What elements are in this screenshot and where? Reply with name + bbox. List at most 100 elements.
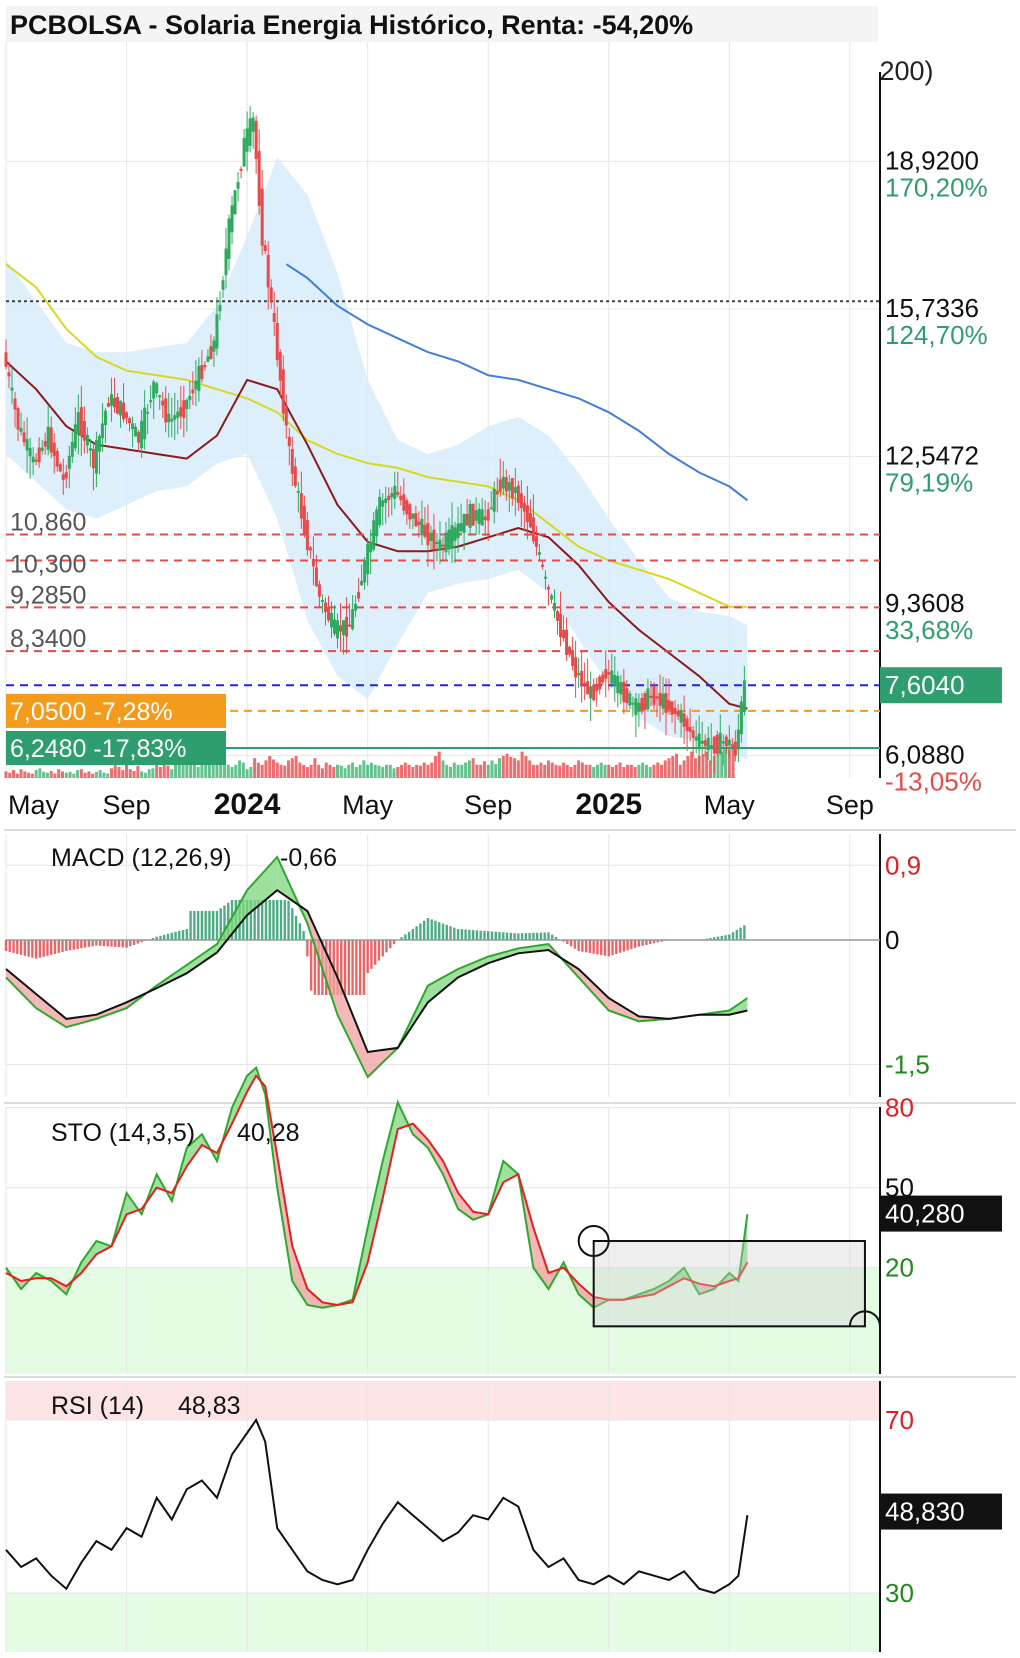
candle-body xyxy=(531,517,535,542)
candle-body xyxy=(390,493,394,498)
candle-body xyxy=(414,513,418,527)
macd-histogram-bar xyxy=(633,940,637,948)
volume-bar xyxy=(693,758,697,778)
volume-bar xyxy=(347,764,351,778)
candle-body xyxy=(571,652,575,667)
candle-body xyxy=(742,680,746,713)
volume-bar xyxy=(324,762,328,778)
volume-bar xyxy=(569,767,573,778)
macd-histogram-bar xyxy=(355,940,358,995)
volume-bar xyxy=(196,767,200,778)
price-axis-value: 9,3608 xyxy=(885,588,965,618)
level-label: 10,300 xyxy=(10,550,86,578)
macd-histogram-bar xyxy=(283,900,286,940)
volume-bar xyxy=(68,771,72,778)
volume-bar xyxy=(302,764,306,778)
volume-bar xyxy=(437,751,441,778)
candle-body xyxy=(336,620,340,639)
candle-body xyxy=(459,523,463,532)
candle-body xyxy=(649,695,653,698)
macd-histogram-bar xyxy=(615,940,618,955)
volume-bar xyxy=(166,765,170,778)
candle-body xyxy=(317,584,321,597)
candle-body xyxy=(637,702,641,712)
macd-histogram-bar xyxy=(494,931,497,940)
price-axis-value: 18,9200 xyxy=(885,145,979,175)
candle-body xyxy=(559,613,563,637)
candle-body xyxy=(16,408,20,430)
time-axis-label: Sep xyxy=(464,790,512,820)
candle-body xyxy=(112,397,116,408)
volume-bar xyxy=(418,765,422,778)
candle-body xyxy=(601,674,605,683)
volume-bar xyxy=(373,764,377,778)
candle-body xyxy=(664,693,668,713)
candle-body xyxy=(360,580,364,586)
macd-histogram-bar xyxy=(377,940,381,961)
volume-bar xyxy=(644,764,648,778)
candle-body xyxy=(492,488,496,512)
macd-histogram-bar xyxy=(739,927,742,940)
candle-body xyxy=(583,682,587,685)
candle-body xyxy=(589,686,593,699)
candle-body xyxy=(444,532,448,553)
panel-axis-label: 0,9 xyxy=(885,850,921,880)
volume-bar xyxy=(686,756,690,778)
candle-body xyxy=(25,439,29,451)
time-axis-label: 2025 xyxy=(575,788,642,821)
candle-body xyxy=(516,485,520,503)
volume-bar xyxy=(516,760,520,778)
volume-bar xyxy=(584,764,588,778)
macd-histogram-bar xyxy=(268,900,271,940)
macd-histogram-bar xyxy=(483,930,486,940)
candle-body xyxy=(522,502,526,512)
volume-bar xyxy=(287,760,291,778)
volume-bar xyxy=(626,764,630,778)
candle-body xyxy=(607,672,611,675)
macd-histogram-bar xyxy=(607,940,610,957)
macd-histogram-bar xyxy=(419,923,422,940)
price-axis-percent: -13,05% xyxy=(885,766,982,796)
candle-body xyxy=(667,700,671,711)
candle-body xyxy=(396,491,400,495)
macd-histogram-bar xyxy=(370,940,373,969)
macd-histogram-bar xyxy=(4,940,8,951)
candle-body xyxy=(498,479,502,492)
time-axis-label: May xyxy=(704,790,756,820)
macd-histogram-bar xyxy=(539,932,543,940)
macd-histogram-bar xyxy=(125,940,128,948)
volume-bar xyxy=(603,764,607,778)
candle-body xyxy=(131,423,135,430)
candle-body xyxy=(122,402,126,420)
candle-body xyxy=(456,523,460,539)
macd-histogram-bar xyxy=(68,940,72,951)
volume-bar xyxy=(656,762,660,778)
macd-histogram-bar xyxy=(513,933,516,940)
macd-histogram-bar xyxy=(524,933,528,940)
candle-body xyxy=(299,493,303,519)
candle-body xyxy=(137,431,141,443)
volume-bar xyxy=(8,772,12,778)
stochastic-current-label: 40,280 xyxy=(885,1199,965,1229)
candle-body xyxy=(565,629,569,656)
candle-body xyxy=(351,609,355,630)
candle-body xyxy=(450,525,454,549)
volume-bar xyxy=(64,772,68,778)
price-badge-label: 6,2480 -17,83% xyxy=(10,735,187,763)
volume-bar xyxy=(298,762,302,778)
candle-body xyxy=(106,403,110,407)
candle-body xyxy=(128,418,132,424)
candle-body xyxy=(679,710,683,723)
volume-bar xyxy=(12,770,16,778)
candle-body xyxy=(254,120,258,160)
volume-bar xyxy=(260,764,264,778)
candle-body xyxy=(31,456,35,463)
volume-bar xyxy=(143,772,147,778)
candle-body xyxy=(245,128,249,152)
candle-body xyxy=(233,190,237,215)
candle-body xyxy=(37,447,41,463)
candle-body xyxy=(13,398,17,410)
candle-body xyxy=(320,599,324,602)
macd-histogram-bar xyxy=(622,940,626,952)
candle-body xyxy=(562,629,566,639)
